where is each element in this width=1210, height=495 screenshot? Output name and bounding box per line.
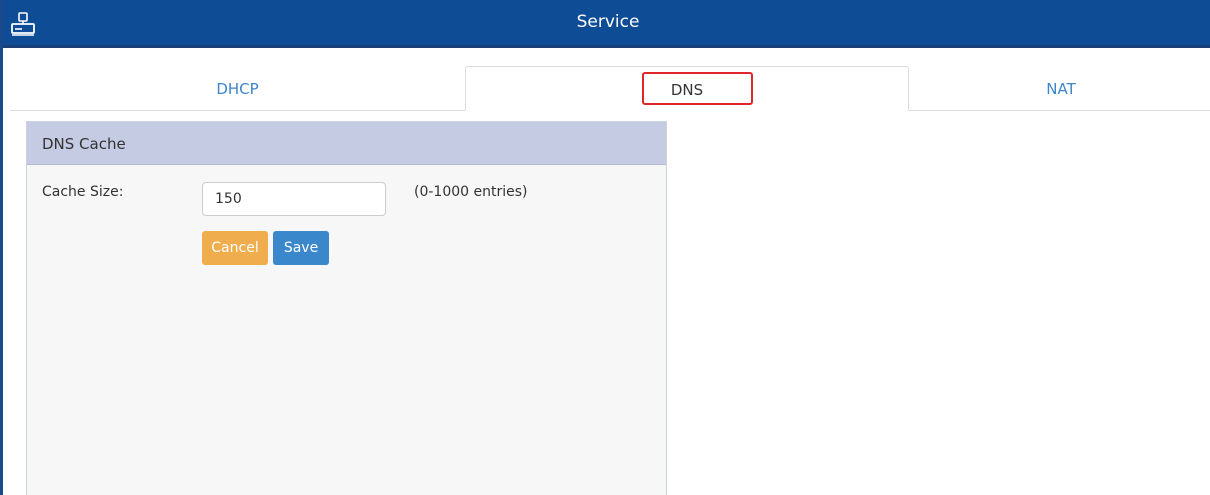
title-bar: Service [3,0,1210,48]
panel-header: DNS Cache [27,122,666,165]
app-window: Service DHCP DNS NAT DNS Cache Cache Siz… [0,0,1210,495]
tab-dns[interactable]: DNS [465,66,909,111]
cache-size-input[interactable] [202,182,386,216]
dns-cache-panel: DNS Cache Cache Size: (0-1000 entries) C… [26,121,667,495]
tab-dhcp[interactable]: DHCP [10,66,465,111]
cache-size-hint: (0-1000 entries) [414,184,528,200]
window-title: Service [576,12,640,32]
tab-nat[interactable]: NAT [909,66,1210,111]
cancel-button[interactable]: Cancel [202,231,268,265]
cache-size-label: Cache Size: [42,184,124,200]
save-button[interactable]: Save [273,231,329,265]
